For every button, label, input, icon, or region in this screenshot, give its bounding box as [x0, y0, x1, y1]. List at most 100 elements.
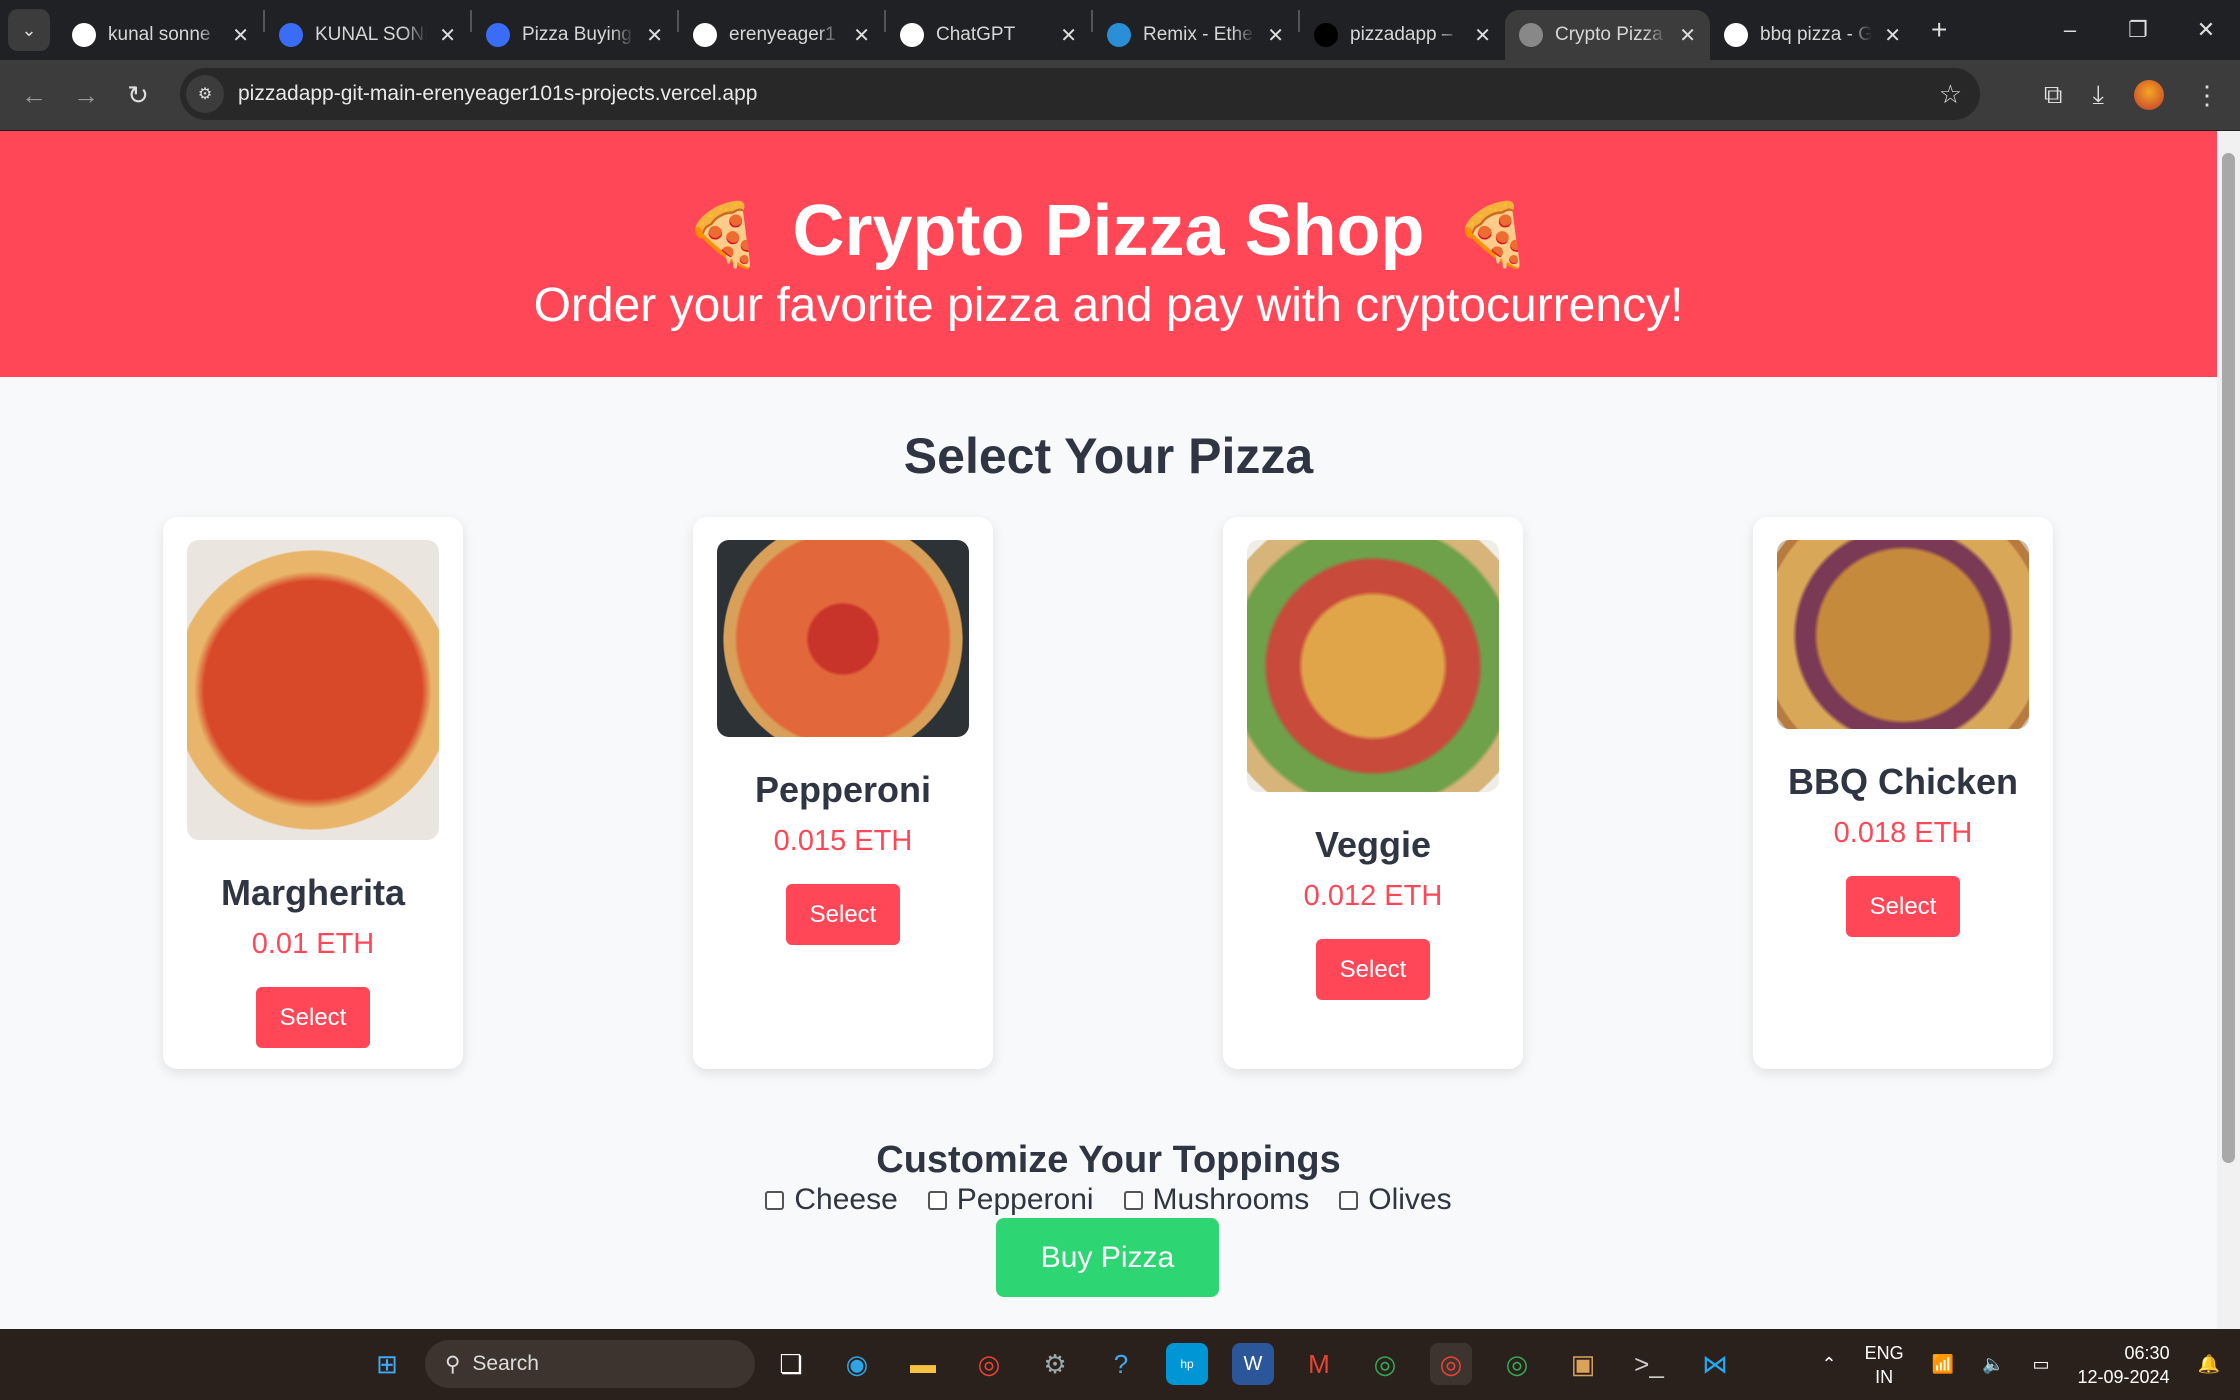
- reload-button[interactable]: ↻: [112, 80, 164, 111]
- browser-toolbar: ← → ↻ ⚙ pizzadapp-git-main-erenyeager101…: [0, 60, 2240, 130]
- buy-pizza-button[interactable]: Buy Pizza: [996, 1218, 1219, 1297]
- minimize-button[interactable]: –: [2036, 0, 2104, 60]
- lang-text: ENG: [1864, 1342, 1904, 1363]
- url-text[interactable]: pizzadapp-git-main-erenyeager101s-projec…: [238, 82, 757, 106]
- tab-close-icon[interactable]: ✕: [646, 23, 663, 48]
- time-text: 06:30: [2124, 1342, 2170, 1363]
- topping-mushrooms[interactable]: Mushrooms: [1123, 1183, 1310, 1217]
- wifi-icon[interactable]: 📶: [1932, 1354, 1954, 1375]
- taskbar: ⊞ ⚲ Search ❏ ◉ ▬ ◎ ⚙ ? hp W M ◎ ◎ ◎ ▣ >_ …: [0, 1329, 2240, 1400]
- restore-button[interactable]: ❐: [2104, 0, 2172, 60]
- help-icon[interactable]: ?: [1100, 1343, 1142, 1385]
- tab-6[interactable]: pizzadapp – ✕: [1300, 10, 1505, 60]
- site-info-icon[interactable]: ⚙: [186, 75, 224, 113]
- tab-8[interactable]: bbq pizza - G ✕: [1710, 10, 1915, 60]
- close-window-button[interactable]: ✕: [2172, 0, 2240, 60]
- menu-kebab-icon[interactable]: ⋮: [2194, 80, 2220, 111]
- title-text: Crypto Pizza Shop: [792, 191, 1425, 271]
- pizza-name: BBQ Chicken: [1787, 761, 2019, 802]
- tab-close-icon[interactable]: ✕: [1060, 23, 1077, 48]
- tab-0[interactable]: kunal sonne ✕: [58, 10, 263, 60]
- profile-avatar[interactable]: [2134, 80, 2164, 110]
- search-label: Search: [472, 1352, 539, 1375]
- pizza-card-bbq-chicken: BBQ Chicken 0.018 ETH Select: [1753, 517, 2053, 1069]
- select-pizza-button[interactable]: Select: [786, 884, 900, 945]
- scrollbar-thumb[interactable]: [2222, 153, 2235, 1163]
- tab-label: ChatGPT: [936, 24, 1016, 45]
- chrome-active-icon[interactable]: ◎: [1430, 1343, 1472, 1385]
- pizza-card-margherita: Margherita 0.01 ETH Select: [163, 517, 463, 1069]
- edge-icon[interactable]: ◉: [836, 1343, 878, 1385]
- forward-button[interactable]: →: [60, 80, 112, 111]
- tab-close-icon[interactable]: ✕: [1474, 23, 1491, 48]
- settings-icon[interactable]: ⚙: [1034, 1343, 1076, 1385]
- address-bar[interactable]: ⚙ pizzadapp-git-main-erenyeager101s-proj…: [180, 68, 1980, 120]
- file-explorer-icon[interactable]: ▬: [902, 1343, 944, 1385]
- select-pizza-button[interactable]: Select: [256, 987, 370, 1048]
- toppings-title: Customize Your Toppings: [876, 1139, 1341, 1181]
- tray-overflow-icon[interactable]: ⌃: [1822, 1354, 1837, 1375]
- language-indicator[interactable]: ENG IN: [1865, 1341, 1904, 1389]
- tab-close-icon[interactable]: ✕: [853, 23, 870, 48]
- tab-close-icon[interactable]: ✕: [1267, 23, 1284, 48]
- globe-icon: [1519, 23, 1543, 47]
- back-button[interactable]: ←: [8, 80, 60, 111]
- word-icon[interactable]: W: [1232, 1343, 1274, 1385]
- topping-label: Mushrooms: [1152, 1183, 1310, 1216]
- tab-3[interactable]: erenyeager1 ✕: [679, 10, 884, 60]
- package-icon[interactable]: ▣: [1562, 1343, 1604, 1385]
- chrome-icon[interactable]: ◎: [968, 1343, 1010, 1385]
- chrome-profile-icon[interactable]: ◎: [1364, 1343, 1406, 1385]
- tab-close-icon[interactable]: ✕: [439, 23, 456, 48]
- topping-cheese[interactable]: Cheese: [765, 1183, 898, 1217]
- tab-5[interactable]: Remix - Ethe ✕: [1093, 10, 1298, 60]
- volume-icon[interactable]: 🔈: [1982, 1354, 2004, 1375]
- notification-bell-icon[interactable]: 🔔: [2198, 1354, 2220, 1375]
- page-content: 🍕 Crypto Pizza Shop 🍕 Order your favorite …: [0, 131, 2217, 1329]
- vscode-icon[interactable]: ⋈: [1694, 1343, 1736, 1385]
- tab-label: Crypto Pizza: [1555, 24, 1663, 45]
- tab-close-icon[interactable]: ✕: [1679, 23, 1696, 48]
- myhp-icon[interactable]: hp: [1166, 1343, 1208, 1385]
- search-icon: ⚲: [445, 1352, 461, 1376]
- taskbar-search[interactable]: ⚲ Search: [425, 1340, 755, 1388]
- extensions-icon[interactable]: ⧉: [2044, 79, 2063, 111]
- new-tab-button[interactable]: +: [1931, 14, 1947, 46]
- download-icon[interactable]: ⤓: [2093, 79, 2105, 111]
- chrome-profile-k-icon[interactable]: ◎: [1496, 1343, 1538, 1385]
- battery-icon[interactable]: ▭: [2032, 1354, 2049, 1375]
- start-icon[interactable]: ⊞: [366, 1343, 408, 1385]
- tab-label: KUNAL SONI: [315, 24, 428, 45]
- pizza-name: Margherita: [220, 872, 406, 913]
- select-pizza-button[interactable]: Select: [1846, 876, 1960, 937]
- topping-checkbox[interactable]: [927, 1190, 947, 1210]
- pizza-emoji-icon: 🍕: [685, 200, 763, 270]
- tab-close-icon[interactable]: ✕: [1884, 23, 1901, 48]
- clock[interactable]: 06:30 12-09-2024: [2078, 1341, 2170, 1389]
- tab-2[interactable]: Pizza Buying ✕: [472, 10, 677, 60]
- page-subtitle: Order your favorite pizza and pay with c…: [533, 278, 1684, 332]
- topping-olives[interactable]: Olives: [1339, 1183, 1452, 1217]
- topping-checkbox[interactable]: [765, 1190, 785, 1210]
- terminal-icon[interactable]: >_: [1628, 1343, 1670, 1385]
- bookmark-star-icon[interactable]: ☆: [1939, 79, 1962, 110]
- tab-close-icon[interactable]: ✕: [232, 23, 249, 48]
- topping-checkbox[interactable]: [1123, 1190, 1143, 1210]
- pizza-image: [1777, 540, 2029, 729]
- tab-search-button[interactable]: ⌄: [8, 9, 50, 51]
- topping-checkbox[interactable]: [1339, 1190, 1359, 1210]
- tab-1[interactable]: KUNAL SONI ✕: [265, 10, 470, 60]
- page-title: 🍕 Crypto Pizza Shop 🍕: [0, 131, 2217, 278]
- topping-pepperoni[interactable]: Pepperoni: [927, 1183, 1094, 1217]
- pizza-image: [187, 540, 439, 840]
- pizza-price: 0.018 ETH: [1833, 817, 1973, 849]
- tab-4[interactable]: ChatGPT ✕: [886, 10, 1091, 60]
- select-pizza-button[interactable]: Select: [1316, 939, 1430, 1000]
- tab-label: pizzadapp –: [1350, 24, 1453, 45]
- topping-label: Pepperoni: [956, 1183, 1094, 1216]
- tab-7[interactable]: Crypto Pizza ✕: [1505, 10, 1710, 60]
- gmail-icon[interactable]: M: [1298, 1343, 1340, 1385]
- page-scrollbar[interactable]: [2217, 131, 2240, 1329]
- date-text: 12-09-2024: [2077, 1366, 2170, 1387]
- task-view-icon[interactable]: ❏: [770, 1343, 812, 1385]
